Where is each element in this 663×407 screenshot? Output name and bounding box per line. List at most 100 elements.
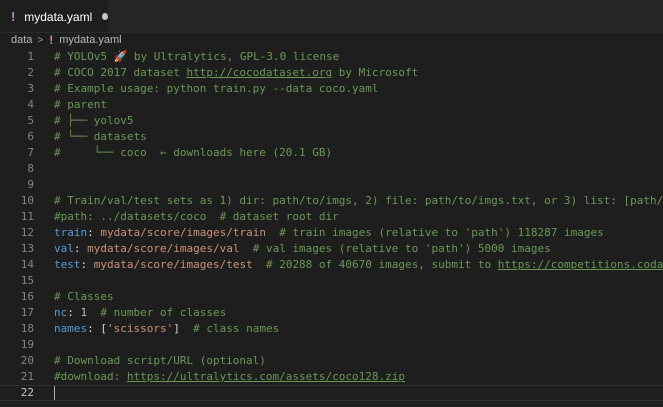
line-number: 13 — [20, 242, 34, 255]
code-line[interactable]: 11 #path: ../datasets/coco # dataset root… — [0, 209, 663, 225]
code-token: test — [54, 258, 81, 271]
code-line[interactable]: 4 # parent — [0, 97, 663, 113]
code-token: # Download script/URL (optional) — [54, 354, 266, 367]
line-number: 10 — [20, 194, 34, 207]
code-token: mydata/score/images/train — [100, 226, 266, 239]
tab-mydata-yaml[interactable]: ! mydata.yaml — [0, 0, 108, 32]
code-token: # parent — [54, 98, 107, 111]
code-line[interactable]: 13 val: mydata/score/images/val # val ima… — [0, 241, 663, 257]
code-token: ] — [173, 322, 180, 335]
code-line[interactable]: 21 #download: https://ultralytics.com/ass… — [0, 369, 663, 385]
unsaved-dot-icon[interactable] — [102, 13, 108, 20]
line-number: 17 — [20, 306, 34, 319]
code-token: : — [73, 242, 88, 255]
code-line[interactable]: 2 # COCO 2017 dataset http://cocodataset.… — [0, 65, 663, 81]
code-token: # val images (relative to 'path') 5000 i… — [239, 242, 551, 255]
code-text[interactable]: nc: 1 # number of classes — [54, 305, 226, 321]
code-token: mydata/score/images/test — [93, 258, 253, 271]
code-text[interactable]: # └── datasets — [54, 129, 147, 145]
yaml-icon: ! — [49, 33, 54, 47]
code-text[interactable]: # └── coco ← downloads here (20.1 GB) — [54, 145, 332, 161]
code-link[interactable]: https://ultralytics.com/assets/coco128.z… — [127, 370, 405, 383]
breadcrumb-folder[interactable]: data — [11, 34, 32, 46]
line-number: 2 — [27, 66, 34, 79]
code-token: # Train/val/test sets as 1) dir: path/to… — [54, 194, 663, 207]
line-number: 6 — [27, 130, 34, 143]
line-number: 19 — [20, 338, 34, 351]
code-line[interactable]: 14 test: mydata/score/images/test # 20288… — [0, 257, 663, 273]
code-line[interactable]: 15 — [0, 273, 663, 289]
tab-label: mydata.yaml — [24, 9, 93, 24]
code-line[interactable]: 19 — [0, 337, 663, 353]
code-line[interactable]: 10 # Train/val/test sets as 1) dir: path/… — [0, 193, 663, 209]
breadcrumb: data > ! mydata.yaml — [0, 32, 663, 48]
code-line[interactable]: 16 # Classes — [0, 289, 663, 305]
code-token: by Microsoft — [332, 66, 419, 79]
code-text[interactable]: names: ['scissors'] # class names — [54, 321, 279, 337]
code-token: #path: ../datasets/coco # dataset root d… — [54, 210, 339, 223]
code-token: # Classes — [54, 290, 114, 303]
code-text[interactable]: # parent — [54, 97, 107, 113]
code-text[interactable]: # Train/val/test sets as 1) dir: path/to… — [54, 193, 663, 209]
line-number: 15 — [20, 274, 34, 287]
code-line[interactable]: 7 # └── coco ← downloads here (20.1 GB) — [0, 145, 663, 161]
code-line[interactable]: 5 # ├── yolov5 — [0, 113, 663, 129]
line-number: 7 — [27, 146, 34, 159]
code-line[interactable]: 12 train: mydata/score/images/train # tra… — [0, 225, 663, 241]
code-token: : — [67, 306, 81, 319]
code-token: # COCO 2017 dataset — [54, 66, 187, 79]
code-text[interactable]: # Example usage: python train.py --data … — [54, 81, 379, 97]
code-text[interactable]: test: mydata/score/images/test # 20288 o… — [54, 257, 663, 273]
code-text[interactable]: # Download script/URL (optional) — [54, 353, 266, 369]
code-text[interactable] — [54, 386, 55, 400]
code-line[interactable]: 18 names: ['scissors'] # class names — [0, 321, 663, 337]
code-line[interactable]: 20 # Download script/URL (optional) — [0, 353, 663, 369]
code-text[interactable]: # Classes — [54, 289, 114, 305]
code-token: #download: — [54, 370, 127, 383]
line-number: 16 — [20, 290, 34, 303]
code-text[interactable]: train: mydata/score/images/train # train… — [54, 225, 604, 241]
code-line[interactable]: 9 — [0, 177, 663, 193]
line-number: 1 — [27, 50, 34, 63]
breadcrumb-file[interactable]: mydata.yaml — [59, 34, 121, 46]
code-line[interactable]: 1 # YOLOv5 🚀 by Ultralytics, GPL-3.0 lice… — [0, 49, 663, 65]
line-number: 20 — [20, 354, 34, 367]
code-text[interactable]: # ├── yolov5 — [54, 113, 133, 129]
code-line[interactable]: 17 nc: 1 # number of classes — [0, 305, 663, 321]
code-token: # YOLOv5 🚀 by Ultralytics, GPL-3.0 licen… — [54, 50, 340, 63]
code-token: # 20288 of 40670 images, submit to — [252, 258, 498, 271]
code-token: # └── datasets — [54, 130, 147, 143]
code-line[interactable]: 8 — [0, 161, 663, 177]
code-token: val — [54, 242, 74, 255]
code-text[interactable]: val: mydata/score/images/val # val image… — [54, 241, 551, 257]
code-token: mydata/score/images/val — [87, 242, 240, 255]
code-text[interactable]: # COCO 2017 dataset http://cocodataset.o… — [54, 65, 418, 81]
code-line[interactable]: 3 # Example usage: python train.py --data… — [0, 81, 663, 97]
code-link[interactable]: https://competitions.codalab — [498, 258, 663, 271]
code-token: train — [54, 226, 88, 239]
code-token: # └── coco ← downloads here (20.1 GB) — [54, 146, 333, 159]
code-editor[interactable]: 1 # YOLOv5 🚀 by Ultralytics, GPL-3.0 lice… — [0, 48, 663, 407]
code-token: names — [54, 322, 88, 335]
line-number: 8 — [27, 162, 34, 175]
code-line[interactable]: 6 # └── datasets — [0, 129, 663, 145]
code-text[interactable]: #download: https://ultralytics.com/asset… — [54, 369, 405, 385]
code-token: : — [87, 226, 101, 239]
line-number: 21 — [20, 370, 34, 383]
code-token: : [ — [87, 322, 107, 335]
line-number: 12 — [20, 226, 34, 239]
line-number: 3 — [27, 82, 34, 95]
line-number: 4 — [27, 98, 34, 111]
code-token: # Example usage: python train.py --data … — [54, 82, 379, 95]
code-token: # ├── yolov5 — [54, 114, 134, 127]
code-text[interactable]: #path: ../datasets/coco # dataset root d… — [54, 209, 339, 225]
code-token: # train images (relative to 'path') 1182… — [265, 226, 604, 239]
code-link[interactable]: http://cocodataset.org — [186, 66, 332, 79]
tab-bar: ! mydata.yaml — [0, 0, 663, 33]
line-number: 18 — [20, 322, 34, 335]
chevron-right-icon: > — [37, 34, 44, 46]
code-text[interactable]: # YOLOv5 🚀 by Ultralytics, GPL-3.0 licen… — [54, 49, 339, 65]
code-token: # class names — [179, 322, 280, 335]
code-line[interactable]: 22 — [0, 385, 663, 401]
line-number: 22 — [20, 386, 34, 399]
